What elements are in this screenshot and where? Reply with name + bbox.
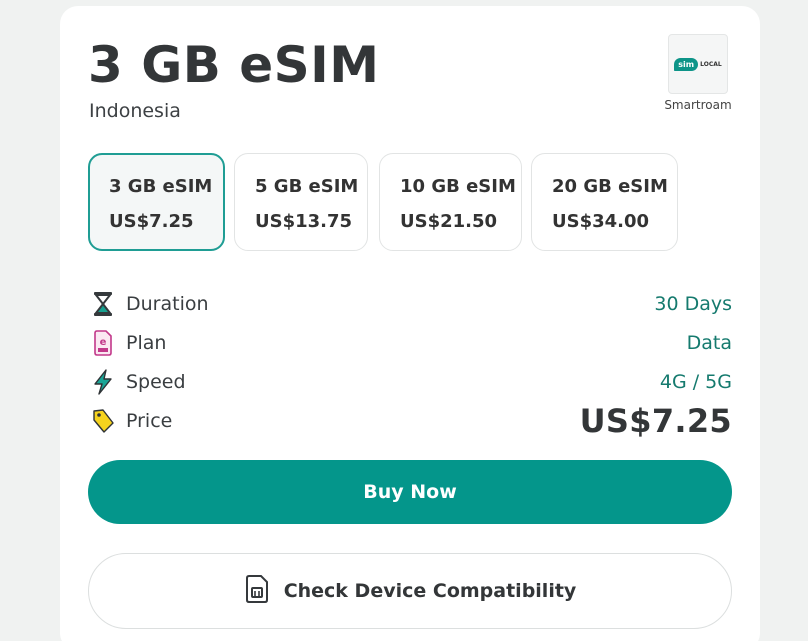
- plan-name: 3 GB eSIM: [109, 176, 213, 197]
- plan-details: Duration 30 Days e Plan Data Speed 4G / …: [88, 284, 732, 440]
- logo-word: LOCAL: [700, 60, 722, 68]
- page-title: 3 GB eSIM: [88, 36, 380, 94]
- check-device-compatibility-button[interactable]: Check Device Compatibility: [88, 553, 732, 629]
- plan-option-5gb[interactable]: 5 GB eSIM US$13.75: [234, 153, 368, 251]
- logo-mark: sim: [674, 57, 699, 71]
- plan-name: 10 GB eSIM: [400, 176, 516, 197]
- esim-card-icon: e: [90, 329, 116, 356]
- plan-option-3gb[interactable]: 3 GB eSIM US$7.25: [88, 153, 225, 251]
- plan-price: US$34.00: [552, 211, 650, 232]
- detail-label: Duration: [126, 292, 209, 315]
- country-name: Indonesia: [89, 100, 181, 122]
- provider: sim LOCAL Smartroam: [661, 34, 735, 112]
- check-device-label: Check Device Compatibility: [283, 580, 577, 602]
- detail-row-speed: Speed 4G / 5G: [88, 362, 732, 401]
- plan-option-20gb[interactable]: 20 GB eSIM US$34.00: [531, 153, 678, 251]
- plan-price: US$13.75: [255, 211, 353, 232]
- detail-value: Data: [686, 331, 732, 354]
- plan-price: US$21.50: [400, 211, 498, 232]
- detail-row-plan: e Plan Data: [88, 323, 732, 362]
- sim-card-icon: [244, 574, 270, 609]
- detail-value: 4G / 5G: [659, 370, 732, 393]
- hourglass-icon: [90, 291, 116, 317]
- detail-row-duration: Duration 30 Days: [88, 284, 732, 323]
- detail-value: 30 Days: [654, 292, 732, 315]
- price-value: US$7.25: [579, 401, 732, 440]
- provider-name: Smartroam: [664, 98, 732, 112]
- detail-label: Plan: [126, 331, 167, 354]
- plan-name: 5 GB eSIM: [255, 176, 359, 197]
- buy-now-button[interactable]: Buy Now: [88, 460, 732, 524]
- detail-label: Speed: [126, 370, 186, 393]
- provider-logo: sim LOCAL: [668, 34, 728, 94]
- svg-text:e: e: [100, 337, 107, 348]
- detail-label: Price: [126, 409, 173, 432]
- plan-option-10gb[interactable]: 10 GB eSIM US$21.50: [379, 153, 522, 251]
- plan-price: US$7.25: [109, 211, 194, 232]
- plan-name: 20 GB eSIM: [552, 176, 668, 197]
- lightning-icon: [90, 368, 116, 395]
- esim-product-card: 3 GB eSIM Indonesia sim LOCAL Smartroam …: [60, 6, 760, 641]
- detail-row-price: Price US$7.25: [88, 401, 732, 440]
- price-tag-icon: [90, 408, 116, 434]
